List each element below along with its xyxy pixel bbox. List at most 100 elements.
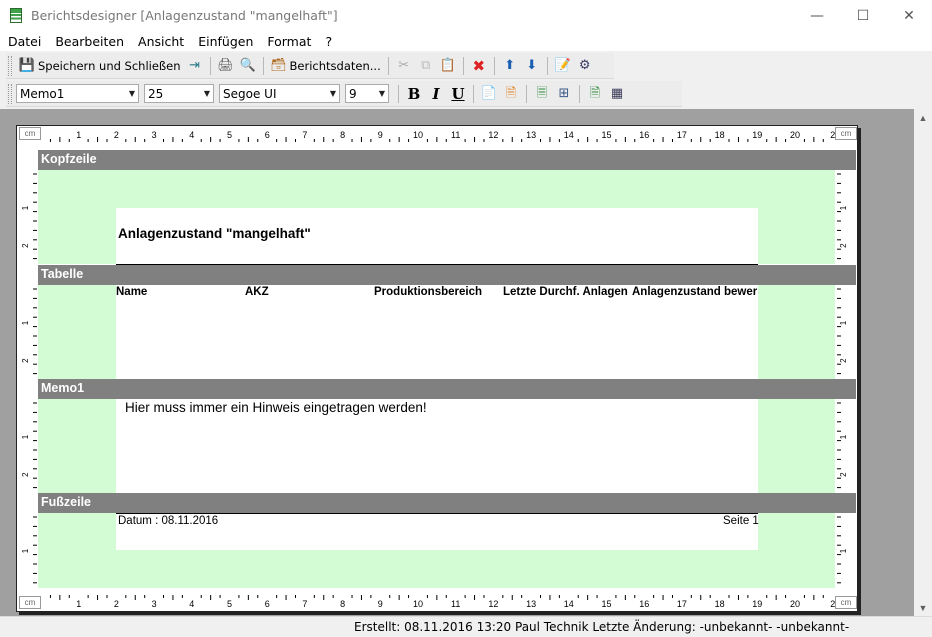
ruler-label: 19 (752, 599, 762, 609)
footer-top-line (116, 513, 758, 514)
ruler-label: 20 (790, 130, 800, 140)
print-preview-icon: 🔍 (239, 57, 256, 73)
maximize-button[interactable]: ☐ (840, 0, 886, 31)
toolbar-grip[interactable] (8, 55, 12, 76)
delete-button[interactable]: ✖ (468, 55, 490, 77)
ruler-label: 1 (839, 320, 848, 325)
move-up-button[interactable]: ⬆ (499, 55, 521, 77)
toolbar-separator (387, 56, 389, 75)
ruler-label: 8 (340, 130, 345, 140)
bold-button[interactable]: B (403, 83, 425, 105)
save-close-button[interactable]: 💾 Speichern und Schließen (16, 55, 184, 77)
page-setup-button[interactable]: ⚙ (574, 55, 596, 77)
menu-einfuegen[interactable]: Einfügen (191, 34, 260, 49)
band-header-fusszeile[interactable]: Fußzeile (38, 493, 856, 513)
band-header-memo1[interactable]: Memo1 (38, 379, 856, 399)
menu-datei[interactable]: Datei (0, 34, 48, 49)
scroll-up-icon[interactable]: ▲ (914, 109, 932, 126)
column-header-letzte-durchf[interactable]: Letzte Durchf. Anlagen (503, 286, 628, 298)
menu-ansicht[interactable]: Ansicht (131, 34, 191, 49)
report-data-icon: 🗃 (270, 57, 287, 73)
bottom-ruler: 1 2 3 4 5 6 7 8 9 10 11 12 13 14 15 16 17 18 19 20 2 (17, 595, 857, 611)
ruler-label: 17 (677, 599, 687, 609)
font-family-select[interactable]: Segoe UI ▼ (219, 84, 340, 103)
ruler-label: 1 (839, 434, 848, 439)
page-orange-button[interactable]: 🗎 (500, 83, 522, 105)
arrow-up-icon: ⬆ (504, 57, 516, 73)
layout-button[interactable]: ▦ (606, 83, 628, 105)
ruler-label: 14 (564, 130, 574, 140)
report-data-button[interactable]: 🗃 Berichtsdaten... (268, 55, 384, 77)
ruler-label: 13 (526, 130, 536, 140)
vertical-ruler (19, 285, 37, 379)
vertical-ruler (837, 170, 855, 264)
menu-format[interactable]: Format (260, 34, 318, 49)
column-header-akz[interactable]: AKZ (245, 286, 269, 298)
vertical-ruler (19, 170, 37, 264)
ruler-unit-top-left: cm (19, 127, 41, 140)
underline-button[interactable]: U (447, 83, 469, 105)
band-header-kopfzeile[interactable]: Kopfzeile (38, 150, 856, 170)
page-break-button[interactable]: ⊞ (553, 83, 575, 105)
band-size-select[interactable]: 25 ▼ (144, 84, 214, 103)
element-select-value: Memo1 (20, 86, 65, 101)
vertical-ruler (19, 513, 37, 588)
toolbar-grip[interactable] (8, 83, 12, 104)
print-button[interactable]: 🖨 (215, 55, 237, 77)
insert-field-button[interactable]: 🗎 (584, 83, 606, 105)
vertical-scrollbar[interactable]: ▲ ▼ (914, 109, 932, 616)
column-header-name[interactable]: Name (116, 286, 147, 298)
ruler-label: 8 (340, 599, 345, 609)
footer-page-number[interactable]: Seite 1 (723, 515, 759, 527)
ruler-label: 18 (715, 599, 725, 609)
print-preview-button[interactable]: 🔍 (237, 55, 259, 77)
ruler-label: 13 (526, 599, 536, 609)
ruler-label: 3 (152, 599, 157, 609)
ruler-label: 7 (302, 130, 307, 140)
edit-properties-button[interactable]: 📝 (552, 55, 574, 77)
minimize-button[interactable]: — (794, 0, 840, 31)
band-header-tabelle[interactable]: Tabelle (38, 265, 856, 285)
column-header-produktionsbereich[interactable]: Produktionsbereich (374, 286, 482, 298)
menu-bearbeiten[interactable]: Bearbeiten (48, 34, 131, 49)
column-header-anlagenzustand[interactable]: Anlagenzustand bewer (632, 286, 758, 298)
exit-button[interactable]: ⇥ (184, 55, 206, 77)
close-button[interactable]: ✕ (886, 0, 932, 31)
ruler-label: 1 (21, 205, 30, 210)
element-select[interactable]: Memo1 ▼ (16, 84, 139, 103)
menu-help[interactable]: ? (318, 34, 339, 49)
toolbar-separator (546, 56, 548, 75)
top-ruler-svg: 1 2 3 4 5 6 7 8 9 10 11 12 13 14 15 16 17 18 19 20 2 (49, 130, 835, 142)
cut-button[interactable]: ✂ (393, 55, 415, 77)
italic-button[interactable]: I (425, 83, 447, 105)
footer-date[interactable]: Datum : 08.11.2016 (118, 515, 218, 527)
ruler-unit-bottom-right: cm (835, 596, 857, 609)
page-orange-icon: 🗎 (505, 85, 517, 101)
paste-icon: 📋 (439, 57, 456, 73)
move-down-button[interactable]: ⬇ (521, 55, 543, 77)
ruler-label: 19 (752, 130, 762, 140)
ruler-label: 6 (265, 130, 270, 140)
table-box[interactable] (116, 285, 758, 379)
new-page-button[interactable]: 📄 (478, 83, 500, 105)
ruler-label: 1 (76, 599, 81, 609)
ruler-label: 1 (839, 548, 848, 553)
font-family-value: Segoe UI (223, 86, 277, 101)
ruler-label: 16 (639, 130, 649, 140)
insert-band-button[interactable]: 🗏 (531, 83, 553, 105)
ruler-label: 16 (639, 599, 649, 609)
copy-button[interactable]: ⧉ (415, 55, 437, 77)
memo-text[interactable]: Hier muss immer ein Hinweis eingetragen … (125, 400, 427, 415)
paste-button[interactable]: 📋 (437, 55, 459, 77)
toolbar-separator (473, 84, 474, 103)
ruler-label: 20 (790, 599, 800, 609)
scroll-down-icon[interactable]: ▼ (914, 599, 932, 616)
ruler-label: 1 (839, 205, 848, 210)
ruler-label: 15 (601, 599, 611, 609)
ruler-label: 1 (21, 434, 30, 439)
chevron-down-icon: ▼ (329, 89, 336, 98)
report-title[interactable]: Anlagenzustand "mangelhaft" (118, 226, 311, 241)
band-size-value: 25 (148, 86, 164, 101)
arrow-down-icon: ⬇ (526, 57, 538, 73)
font-size-select[interactable]: 9 ▼ (345, 84, 389, 103)
